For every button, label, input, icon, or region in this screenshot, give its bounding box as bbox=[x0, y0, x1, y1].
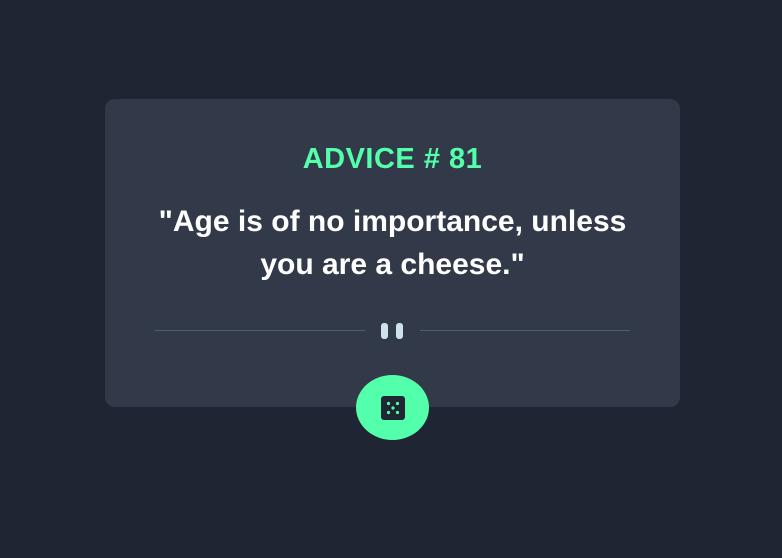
pause-bar-left bbox=[381, 323, 388, 339]
divider-line-right bbox=[420, 330, 630, 331]
dice-icon bbox=[380, 395, 405, 420]
dice-pip bbox=[395, 410, 399, 414]
pause-bar-right bbox=[396, 323, 403, 339]
pause-icon bbox=[381, 323, 405, 339]
advice-card: ADVICE # 81 "Age is of no importance, un… bbox=[105, 99, 680, 407]
dice-pip bbox=[390, 405, 395, 410]
dice-pip bbox=[395, 401, 399, 405]
dice-pip bbox=[386, 410, 390, 414]
page-background: ADVICE # 81 "Age is of no importance, un… bbox=[0, 0, 782, 558]
divider-line-left bbox=[155, 330, 365, 331]
dice-pip bbox=[386, 401, 390, 405]
divider bbox=[155, 321, 630, 341]
advice-title: ADVICE # 81 bbox=[302, 143, 483, 175]
advice-quote: "Age is of no importance, unless you are… bbox=[158, 205, 627, 281]
dice-button[interactable] bbox=[356, 375, 429, 440]
